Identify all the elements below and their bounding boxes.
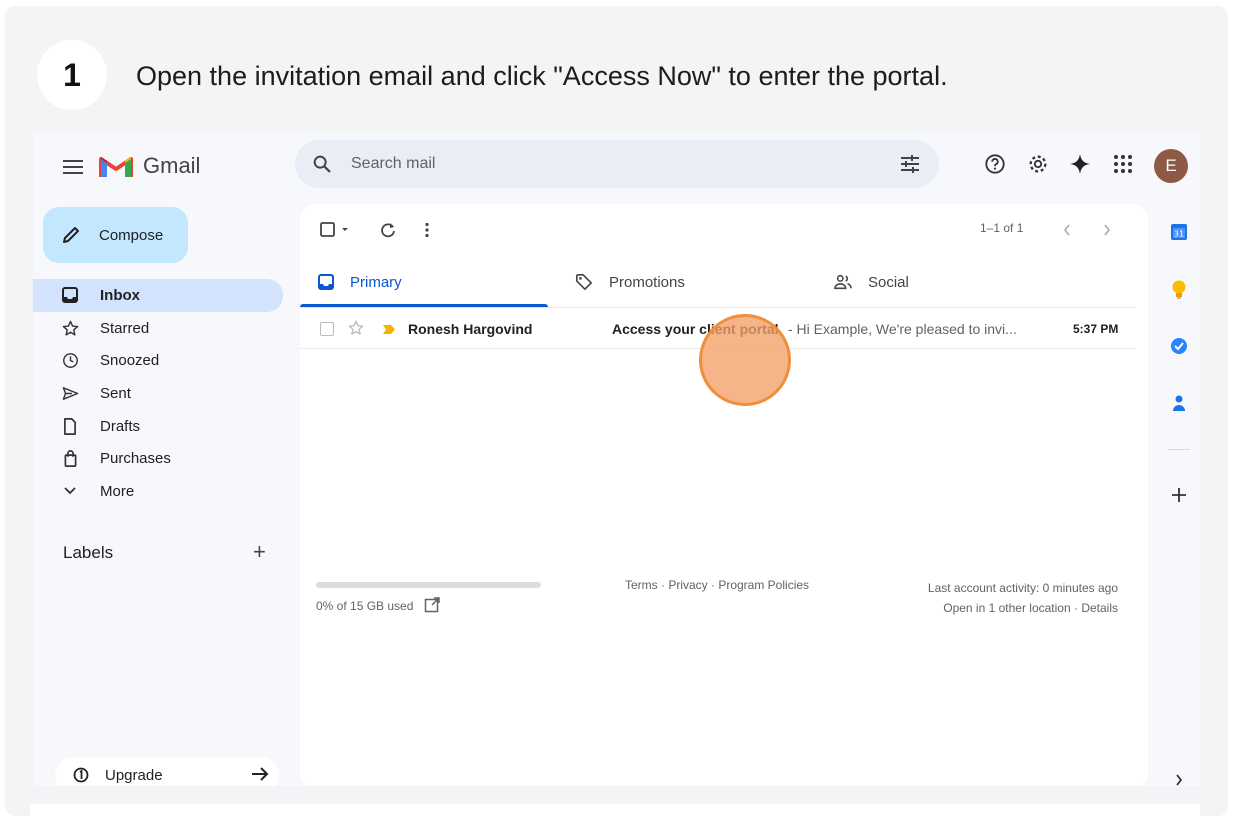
storage-usage-text: 0% of 15 GB used	[316, 599, 414, 613]
sidebar-item-snoozed[interactable]: Snoozed	[33, 344, 283, 377]
click-indicator	[699, 314, 791, 406]
email-time: 5:37 PM	[1073, 322, 1119, 336]
settings-gear-icon[interactable]	[1025, 151, 1051, 177]
refresh-icon[interactable]	[380, 219, 396, 241]
tag-icon	[575, 273, 593, 291]
side-panel-divider	[1168, 449, 1190, 450]
draft-icon	[61, 417, 79, 435]
compose-button[interactable]: Compose	[43, 207, 188, 263]
tab-label: Primary	[350, 273, 402, 291]
email-snippet[interactable]: - Hi Example, We're pleased to invi...	[788, 321, 1017, 337]
step-instruction: Open the invitation email and click "Acc…	[136, 61, 948, 91]
search-box[interactable]: Search mail	[295, 140, 939, 188]
gmail-brand: Gmail	[143, 153, 201, 178]
select-all-checkbox[interactable]	[320, 219, 350, 241]
storage-usage-bar	[316, 582, 541, 588]
active-tab-indicator	[300, 304, 548, 307]
sidebar-item-label: Purchases	[100, 450, 171, 468]
tab-label: Promotions	[609, 273, 685, 291]
search-options-icon[interactable]	[899, 154, 921, 174]
star-icon[interactable]	[348, 320, 364, 336]
account-activity: Last account activity: 0 minutes ago Ope…	[928, 578, 1118, 618]
search-placeholder[interactable]: Search mail	[351, 155, 435, 173]
compose-label: Compose	[99, 226, 164, 244]
important-marker-icon[interactable]	[382, 324, 396, 335]
sidebar-nav: Inbox Starred Snoozed Sent Drafts Purcha…	[33, 279, 283, 508]
sidebar-item-label: Starred	[100, 319, 150, 337]
clock-icon	[61, 352, 79, 370]
sidebar-item-starred[interactable]: Starred	[33, 312, 283, 345]
inbox-icon	[61, 286, 79, 304]
gmail-logo-icon	[99, 157, 133, 177]
page-count: 1–1 of 1	[980, 221, 1024, 235]
expand-side-panel-icon[interactable]	[1166, 767, 1192, 786]
sidebar-item-label: Inbox	[100, 286, 140, 304]
tab-label: Social	[868, 273, 909, 291]
row-checkbox[interactable]	[320, 322, 334, 336]
labels-heading: Labels	[63, 543, 114, 562]
mail-list-panel: 1–1 of 1 Primary Promotions Social Rones…	[300, 204, 1148, 786]
bag-icon	[61, 450, 79, 468]
open-external-icon[interactable]	[424, 597, 440, 613]
email-sender[interactable]: Ronesh Hargovind	[408, 321, 532, 337]
contacts-icon[interactable]	[1166, 390, 1192, 416]
tab-social[interactable]: Social	[834, 256, 909, 308]
star-icon	[61, 319, 79, 337]
gemini-sparkle-icon[interactable]	[1067, 151, 1093, 177]
bottom-strip	[30, 804, 1200, 816]
add-addon-icon[interactable]	[1166, 482, 1192, 508]
upgrade-button[interactable]: Upgrade	[55, 757, 279, 786]
upgrade-badge-icon	[73, 767, 89, 783]
sidebar-item-sent[interactable]: Sent	[33, 377, 283, 410]
help-icon[interactable]	[982, 151, 1008, 177]
add-label-icon[interactable]: +	[253, 539, 266, 565]
sidebar-item-label: Sent	[100, 384, 131, 402]
calendar-icon[interactable]: 31	[1166, 219, 1192, 245]
arrow-right-icon	[252, 767, 269, 781]
previous-page-icon[interactable]	[1062, 219, 1072, 241]
more-options-icon[interactable]	[424, 219, 430, 241]
sidebar-item-purchases[interactable]: Purchases	[33, 442, 283, 475]
sidebar-item-inbox[interactable]: Inbox	[33, 279, 283, 312]
main-menu-button[interactable]	[61, 157, 85, 177]
inbox-icon	[318, 274, 334, 290]
sidebar-item-drafts[interactable]: Drafts	[33, 410, 283, 443]
keep-bulb-icon[interactable]	[1166, 277, 1192, 303]
tab-promotions[interactable]: Promotions	[575, 256, 685, 308]
footer-links[interactable]: Terms · Privacy · Program Policies	[625, 578, 809, 592]
people-icon	[834, 273, 852, 291]
activity-details-link[interactable]: Open in 1 other location · Details	[928, 598, 1118, 618]
calendar-day: 31	[1174, 230, 1184, 239]
sidebar-item-label: Drafts	[100, 417, 141, 435]
chevron-down-icon	[61, 482, 79, 500]
tasks-icon[interactable]	[1166, 333, 1192, 359]
search-icon[interactable]	[311, 153, 333, 175]
tab-primary[interactable]: Primary	[318, 256, 402, 308]
account-avatar[interactable]: E	[1154, 149, 1188, 183]
sidebar-item-more[interactable]: More	[33, 475, 283, 508]
step-number: 1	[37, 40, 107, 110]
gmail-window: Gmail Search mail E Compose Inbox Starre…	[33, 131, 1200, 786]
sidebar-item-label: Snoozed	[100, 352, 160, 370]
category-tabs: Primary Promotions Social	[300, 256, 1136, 308]
next-page-icon[interactable]	[1102, 219, 1112, 241]
send-icon	[61, 384, 79, 402]
pencil-icon	[63, 227, 79, 243]
sidebar-item-label: More	[100, 482, 135, 500]
activity-line: Last account activity: 0 minutes ago	[927, 581, 1118, 595]
apps-grid-icon[interactable]	[1110, 151, 1136, 177]
upgrade-label: Upgrade	[105, 766, 163, 784]
